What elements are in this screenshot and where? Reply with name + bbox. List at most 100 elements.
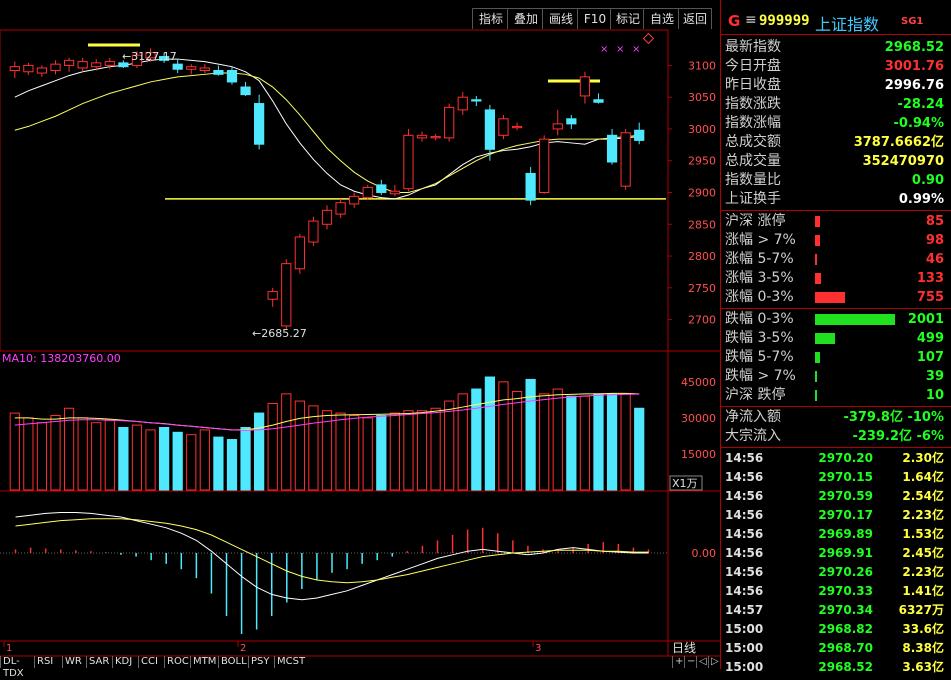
candle[interactable] [430, 136, 441, 139]
candle[interactable] [63, 59, 75, 66]
candle[interactable] [416, 134, 428, 139]
volume-bar[interactable] [403, 410, 414, 491]
volume-bar[interactable] [634, 407, 645, 491]
volume-bar[interactable] [579, 395, 591, 491]
volume-bar[interactable] [484, 376, 496, 491]
candle[interactable] [335, 202, 346, 215]
menu-icon[interactable]: ≡ [745, 12, 757, 28]
volume-bar[interactable] [158, 427, 170, 491]
zoom-out-icon[interactable]: − [684, 656, 696, 668]
candle[interactable] [23, 64, 34, 73]
candle[interactable] [484, 109, 496, 150]
candle[interactable] [118, 62, 129, 68]
candle[interactable] [471, 99, 482, 102]
volume-bar[interactable] [213, 436, 224, 491]
volume-bar[interactable] [335, 412, 346, 491]
candle[interactable] [362, 186, 373, 199]
candle[interactable] [91, 62, 102, 68]
volume-bar[interactable] [91, 422, 102, 491]
volume-bar[interactable] [498, 381, 509, 491]
volume-bar[interactable] [281, 393, 292, 491]
candle[interactable] [104, 61, 115, 66]
candle[interactable] [376, 184, 387, 193]
candle[interactable] [172, 63, 183, 70]
g-icon[interactable]: G [728, 12, 740, 30]
volume-bar[interactable] [131, 424, 143, 491]
indicator-tab[interactable]: ROC [164, 656, 190, 668]
candle[interactable] [226, 70, 238, 83]
volume-bar[interactable] [362, 417, 373, 491]
volume-bar[interactable] [444, 400, 455, 491]
kline-chart[interactable]: 3100 3050 3000 2950 2900 2850 2800 2750 2700 ←312… [0, 0, 720, 669]
candle[interactable] [36, 67, 48, 74]
candle[interactable] [77, 61, 88, 69]
candle[interactable] [444, 106, 455, 139]
candle[interactable] [634, 129, 645, 141]
candle[interactable] [552, 123, 563, 130]
volume-bar[interactable] [457, 393, 468, 491]
volume-bar[interactable] [552, 388, 563, 491]
volume-bar[interactable] [566, 395, 577, 491]
candle[interactable] [511, 125, 523, 129]
candle[interactable] [498, 118, 509, 136]
candle[interactable] [213, 70, 224, 75]
volume-bar[interactable] [267, 402, 278, 491]
candle[interactable] [321, 209, 333, 225]
volume-bar[interactable] [606, 393, 618, 491]
chart-area[interactable]: 指标 叠加 画线 F10 标记 自选 返回 3100 3050 3000 2950 2900 2850… [0, 0, 720, 679]
indicator-tab[interactable]: KDJ [112, 656, 138, 668]
candle[interactable] [186, 66, 197, 70]
candle[interactable] [606, 134, 618, 163]
volume-bar[interactable] [511, 390, 523, 491]
diamond-icon[interactable] [642, 32, 655, 45]
volume-bar[interactable] [416, 410, 428, 491]
volume-bar[interactable] [376, 414, 387, 491]
candle[interactable] [525, 172, 536, 201]
volume-bar[interactable] [145, 429, 156, 491]
candle[interactable] [620, 132, 631, 187]
volume-bar[interactable] [199, 429, 210, 491]
volume-bar[interactable] [430, 407, 441, 491]
candle[interactable] [349, 195, 360, 205]
volume-bar[interactable] [36, 422, 48, 491]
indicator-tab[interactable]: BOLL [218, 656, 248, 668]
indicator-tab[interactable]: MCST [274, 656, 306, 668]
indicator-tab[interactable]: WR [62, 656, 86, 668]
zoom-in-icon[interactable]: + [672, 656, 684, 668]
volume-bar[interactable] [104, 419, 115, 491]
indicator-tab[interactable]: PSY [248, 656, 274, 668]
candle[interactable] [389, 190, 400, 195]
scroll-right-icon[interactable]: ▷ [708, 656, 720, 668]
volume-bar[interactable] [539, 393, 550, 491]
volume-bar[interactable] [118, 427, 129, 491]
candle[interactable] [566, 118, 577, 125]
volume-bar[interactable] [172, 431, 183, 491]
volume-bar[interactable] [593, 393, 604, 491]
candle[interactable] [403, 134, 414, 190]
indicator-tab[interactable]: DL-TDX [0, 656, 34, 679]
candle[interactable] [579, 76, 591, 97]
candle[interactable] [199, 67, 210, 72]
indicator-tab[interactable]: CCI [138, 656, 164, 668]
volume-bar[interactable] [294, 400, 305, 491]
candle[interactable] [267, 291, 278, 300]
volume-bar[interactable] [77, 417, 88, 491]
volume-bar[interactable] [186, 434, 197, 491]
candle[interactable] [240, 86, 251, 96]
candle[interactable] [9, 66, 20, 71]
volume-bar[interactable] [308, 405, 319, 491]
candle[interactable] [308, 220, 319, 243]
volume-bar[interactable] [389, 412, 400, 491]
volume-bar[interactable] [240, 427, 251, 491]
volume-bar[interactable] [23, 417, 34, 491]
candle[interactable] [593, 99, 604, 103]
volume-bar[interactable] [254, 412, 265, 491]
candle[interactable] [457, 96, 468, 111]
volume-bar[interactable] [50, 414, 61, 491]
candle[interactable] [254, 103, 265, 145]
volume-bar[interactable] [620, 393, 631, 491]
indicator-tab[interactable]: MTM [190, 656, 218, 668]
volume-bar[interactable] [321, 410, 333, 491]
sg-badge[interactable]: SG1 [901, 16, 923, 27]
candle[interactable] [281, 263, 292, 327]
